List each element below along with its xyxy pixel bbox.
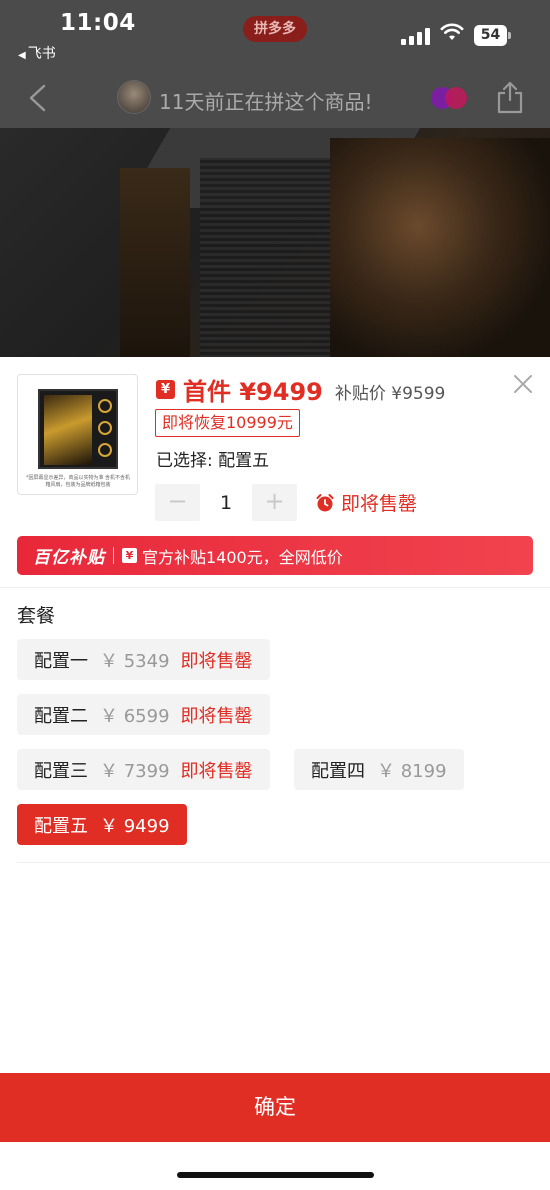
option-price: ￥ 6599 (100, 705, 170, 727)
section-title: 套餐 (17, 605, 56, 627)
confirm-button[interactable]: 确定 (0, 1073, 550, 1142)
alarm-clock-icon (316, 493, 334, 511)
divider (0, 587, 550, 588)
option-stock: 即将售罄 (180, 650, 253, 672)
option-price: ￥ 8199 (377, 760, 447, 782)
option-config-3[interactable]: 配置三 ￥ 7399 即将售罄 (17, 749, 270, 790)
thumbnail-disclaimer: *因屏幕显示差异，商品以实物为准 含机不含机箱风扇，包装为品牌纸箱包装 (25, 475, 131, 488)
status-time: 11:04 (60, 10, 136, 36)
stock-warning: 即将售罄 (315, 489, 417, 516)
wifi-icon (440, 23, 464, 40)
share-icon[interactable] (496, 80, 524, 114)
quantity-value[interactable]: 1 (200, 492, 252, 514)
battery-icon: 54 (474, 25, 512, 46)
price-row: ¥ 首件 ¥9499 补贴价 ¥9599 (156, 373, 446, 406)
first-item-price: 首件 ¥9499 (183, 377, 323, 406)
option-price: ￥ 9499 (100, 815, 170, 837)
option-name: 配置四 (311, 760, 365, 782)
option-name: 配置五 (34, 815, 88, 837)
option-name: 配置二 (34, 705, 88, 727)
price-restore-tag: 即将恢复10999元 (155, 409, 300, 437)
product-thumbnail[interactable]: *因屏幕显示差异，商品以实物为准 含机不含机箱风扇，包装为品牌纸箱包装 (17, 374, 138, 495)
option-name: 配置三 (34, 760, 88, 782)
coupon-icon: ¥ (156, 379, 175, 399)
increase-button[interactable]: + (252, 484, 297, 521)
back-to-app-link[interactable]: ◀ 飞书 (18, 43, 56, 63)
payment-logo-icon (431, 87, 467, 109)
back-app-label: 飞书 (27, 46, 56, 62)
option-config-4[interactable]: 配置四 ￥ 8199 (294, 749, 464, 790)
option-config-1[interactable]: 配置一 ￥ 5349 即将售罄 (17, 639, 270, 680)
home-indicator (177, 1172, 374, 1178)
option-name: 配置一 (34, 650, 88, 672)
brand-badge: 拼多多 (243, 16, 307, 42)
nav-back-icon[interactable] (26, 84, 48, 112)
close-icon[interactable] (512, 373, 534, 395)
option-stock: 即将售罄 (180, 705, 253, 727)
option-stock: 即将售罄 (180, 760, 253, 782)
battery-level: 54 (474, 25, 507, 46)
divider (17, 862, 550, 863)
cellular-signal-icon (401, 27, 431, 45)
subsidy-banner: 百亿补贴 ¥ 官方补贴1400元，全网低价 (17, 536, 533, 575)
option-price: ￥ 7399 (100, 760, 170, 782)
subsidy-logo: 百亿补贴 (33, 548, 105, 568)
banner-divider (113, 547, 114, 564)
sku-selection-sheet: *因屏幕显示差异，商品以实物为准 含机不含机箱风扇，包装为品牌纸箱包装 ¥ 首件… (0, 357, 550, 1190)
subsidy-price: 补贴价 ¥9599 (334, 383, 446, 404)
option-config-5[interactable]: 配置五 ￥ 9499 (17, 804, 187, 845)
nav-title: 11天前正在拼这个商品! (159, 90, 373, 114)
selected-option-text: 已选择: 配置五 (156, 451, 270, 471)
subsidy-icon: ¥ (122, 548, 137, 563)
dimmed-header: 11:04 ◀ 飞书 拼多多 54 11天前正在拼这个商品! (0, 0, 550, 128)
decrease-button[interactable]: − (155, 484, 200, 521)
option-price: ￥ 5349 (100, 650, 170, 672)
option-config-2[interactable]: 配置二 ￥ 6599 即将售罄 (17, 694, 270, 735)
buyer-avatar (117, 80, 151, 114)
back-triangle-icon: ◀ (18, 50, 26, 61)
pc-case-image (38, 389, 118, 469)
product-hero-image (0, 128, 550, 357)
subsidy-text: 官方补贴1400元，全网低价 (142, 547, 343, 567)
quantity-stepper: − 1 + (155, 484, 297, 521)
stock-warning-label: 即将售罄 (341, 493, 418, 515)
